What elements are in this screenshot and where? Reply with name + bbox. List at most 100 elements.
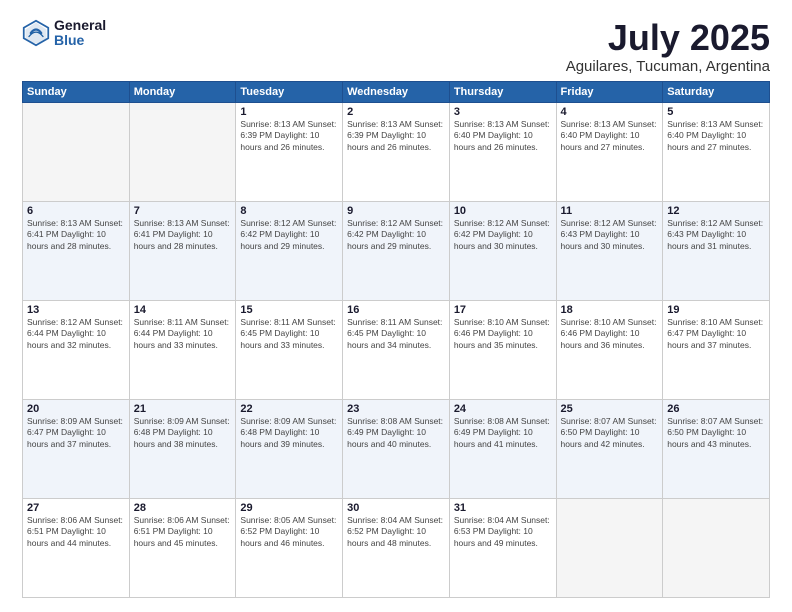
day-number: 25 <box>561 403 659 415</box>
calendar-cell: 29Sunrise: 8:05 AM Sunset: 6:52 PM Dayli… <box>236 498 343 597</box>
week-row-4: 20Sunrise: 8:09 AM Sunset: 6:47 PM Dayli… <box>23 399 770 498</box>
logo: General Blue <box>22 18 106 49</box>
day-number: 17 <box>454 304 552 316</box>
day-info: Sunrise: 8:13 AM Sunset: 6:40 PM Dayligh… <box>667 119 765 153</box>
calendar-cell: 13Sunrise: 8:12 AM Sunset: 6:44 PM Dayli… <box>23 300 130 399</box>
logo-general: General <box>54 18 106 33</box>
header: General Blue July 2025 Aguilares, Tucuma… <box>22 18 770 75</box>
calendar-cell: 23Sunrise: 8:08 AM Sunset: 6:49 PM Dayli… <box>343 399 450 498</box>
day-info: Sunrise: 8:09 AM Sunset: 6:48 PM Dayligh… <box>240 416 338 450</box>
calendar-cell: 25Sunrise: 8:07 AM Sunset: 6:50 PM Dayli… <box>556 399 663 498</box>
day-number: 22 <box>240 403 338 415</box>
day-info: Sunrise: 8:04 AM Sunset: 6:52 PM Dayligh… <box>347 515 445 549</box>
day-info: Sunrise: 8:13 AM Sunset: 6:40 PM Dayligh… <box>561 119 659 153</box>
day-info: Sunrise: 8:13 AM Sunset: 6:39 PM Dayligh… <box>240 119 338 153</box>
day-number: 13 <box>27 304 125 316</box>
day-info: Sunrise: 8:13 AM Sunset: 6:41 PM Dayligh… <box>27 218 125 252</box>
day-number: 11 <box>561 205 659 217</box>
calendar-cell: 31Sunrise: 8:04 AM Sunset: 6:53 PM Dayli… <box>449 498 556 597</box>
day-number: 24 <box>454 403 552 415</box>
col-header-sunday: Sunday <box>23 81 130 102</box>
day-number: 16 <box>347 304 445 316</box>
col-header-friday: Friday <box>556 81 663 102</box>
day-number: 26 <box>667 403 765 415</box>
calendar-cell: 8Sunrise: 8:12 AM Sunset: 6:42 PM Daylig… <box>236 201 343 300</box>
day-number: 19 <box>667 304 765 316</box>
day-info: Sunrise: 8:06 AM Sunset: 6:51 PM Dayligh… <box>134 515 232 549</box>
calendar-cell: 22Sunrise: 8:09 AM Sunset: 6:48 PM Dayli… <box>236 399 343 498</box>
day-info: Sunrise: 8:12 AM Sunset: 6:42 PM Dayligh… <box>240 218 338 252</box>
day-info: Sunrise: 8:04 AM Sunset: 6:53 PM Dayligh… <box>454 515 552 549</box>
calendar-cell: 18Sunrise: 8:10 AM Sunset: 6:46 PM Dayli… <box>556 300 663 399</box>
day-info: Sunrise: 8:12 AM Sunset: 6:43 PM Dayligh… <box>667 218 765 252</box>
calendar-cell: 19Sunrise: 8:10 AM Sunset: 6:47 PM Dayli… <box>663 300 770 399</box>
col-header-tuesday: Tuesday <box>236 81 343 102</box>
day-info: Sunrise: 8:08 AM Sunset: 6:49 PM Dayligh… <box>347 416 445 450</box>
col-header-wednesday: Wednesday <box>343 81 450 102</box>
day-number: 28 <box>134 502 232 514</box>
day-number: 29 <box>240 502 338 514</box>
day-number: 8 <box>240 205 338 217</box>
day-number: 12 <box>667 205 765 217</box>
day-number: 18 <box>561 304 659 316</box>
day-number: 4 <box>561 106 659 118</box>
day-number: 31 <box>454 502 552 514</box>
day-info: Sunrise: 8:07 AM Sunset: 6:50 PM Dayligh… <box>667 416 765 450</box>
week-row-3: 13Sunrise: 8:12 AM Sunset: 6:44 PM Dayli… <box>23 300 770 399</box>
day-info: Sunrise: 8:12 AM Sunset: 6:42 PM Dayligh… <box>347 218 445 252</box>
day-info: Sunrise: 8:08 AM Sunset: 6:49 PM Dayligh… <box>454 416 552 450</box>
calendar-cell: 26Sunrise: 8:07 AM Sunset: 6:50 PM Dayli… <box>663 399 770 498</box>
logo-text: General Blue <box>54 18 106 49</box>
calendar-cell: 28Sunrise: 8:06 AM Sunset: 6:51 PM Dayli… <box>129 498 236 597</box>
day-info: Sunrise: 8:11 AM Sunset: 6:44 PM Dayligh… <box>134 317 232 351</box>
subtitle: Aguilares, Tucuman, Argentina <box>566 58 770 75</box>
day-info: Sunrise: 8:09 AM Sunset: 6:47 PM Dayligh… <box>27 416 125 450</box>
calendar-cell: 20Sunrise: 8:09 AM Sunset: 6:47 PM Dayli… <box>23 399 130 498</box>
day-number: 30 <box>347 502 445 514</box>
calendar-cell: 2Sunrise: 8:13 AM Sunset: 6:39 PM Daylig… <box>343 102 450 201</box>
header-row: SundayMondayTuesdayWednesdayThursdayFrid… <box>23 81 770 102</box>
day-number: 23 <box>347 403 445 415</box>
main-title: July 2025 <box>566 18 770 58</box>
day-info: Sunrise: 8:05 AM Sunset: 6:52 PM Dayligh… <box>240 515 338 549</box>
week-row-5: 27Sunrise: 8:06 AM Sunset: 6:51 PM Dayli… <box>23 498 770 597</box>
week-row-2: 6Sunrise: 8:13 AM Sunset: 6:41 PM Daylig… <box>23 201 770 300</box>
day-info: Sunrise: 8:12 AM Sunset: 6:44 PM Dayligh… <box>27 317 125 351</box>
day-info: Sunrise: 8:07 AM Sunset: 6:50 PM Dayligh… <box>561 416 659 450</box>
day-info: Sunrise: 8:12 AM Sunset: 6:42 PM Dayligh… <box>454 218 552 252</box>
title-block: July 2025 Aguilares, Tucuman, Argentina <box>566 18 770 75</box>
calendar-cell <box>23 102 130 201</box>
calendar-cell: 10Sunrise: 8:12 AM Sunset: 6:42 PM Dayli… <box>449 201 556 300</box>
calendar-cell: 11Sunrise: 8:12 AM Sunset: 6:43 PM Dayli… <box>556 201 663 300</box>
calendar-cell: 24Sunrise: 8:08 AM Sunset: 6:49 PM Dayli… <box>449 399 556 498</box>
day-info: Sunrise: 8:10 AM Sunset: 6:46 PM Dayligh… <box>454 317 552 351</box>
day-number: 9 <box>347 205 445 217</box>
calendar: SundayMondayTuesdayWednesdayThursdayFrid… <box>22 81 770 598</box>
day-info: Sunrise: 8:10 AM Sunset: 6:47 PM Dayligh… <box>667 317 765 351</box>
col-header-saturday: Saturday <box>663 81 770 102</box>
day-number: 10 <box>454 205 552 217</box>
day-info: Sunrise: 8:06 AM Sunset: 6:51 PM Dayligh… <box>27 515 125 549</box>
calendar-cell: 5Sunrise: 8:13 AM Sunset: 6:40 PM Daylig… <box>663 102 770 201</box>
day-info: Sunrise: 8:13 AM Sunset: 6:40 PM Dayligh… <box>454 119 552 153</box>
calendar-cell <box>663 498 770 597</box>
calendar-cell: 27Sunrise: 8:06 AM Sunset: 6:51 PM Dayli… <box>23 498 130 597</box>
day-info: Sunrise: 8:11 AM Sunset: 6:45 PM Dayligh… <box>240 317 338 351</box>
calendar-cell: 30Sunrise: 8:04 AM Sunset: 6:52 PM Dayli… <box>343 498 450 597</box>
day-info: Sunrise: 8:13 AM Sunset: 6:39 PM Dayligh… <box>347 119 445 153</box>
day-number: 14 <box>134 304 232 316</box>
calendar-cell: 4Sunrise: 8:13 AM Sunset: 6:40 PM Daylig… <box>556 102 663 201</box>
calendar-cell: 7Sunrise: 8:13 AM Sunset: 6:41 PM Daylig… <box>129 201 236 300</box>
day-number: 6 <box>27 205 125 217</box>
day-info: Sunrise: 8:09 AM Sunset: 6:48 PM Dayligh… <box>134 416 232 450</box>
calendar-cell: 17Sunrise: 8:10 AM Sunset: 6:46 PM Dayli… <box>449 300 556 399</box>
calendar-cell: 16Sunrise: 8:11 AM Sunset: 6:45 PM Dayli… <box>343 300 450 399</box>
col-header-monday: Monday <box>129 81 236 102</box>
calendar-cell <box>129 102 236 201</box>
calendar-cell: 9Sunrise: 8:12 AM Sunset: 6:42 PM Daylig… <box>343 201 450 300</box>
day-info: Sunrise: 8:12 AM Sunset: 6:43 PM Dayligh… <box>561 218 659 252</box>
day-number: 15 <box>240 304 338 316</box>
day-number: 21 <box>134 403 232 415</box>
day-info: Sunrise: 8:10 AM Sunset: 6:46 PM Dayligh… <box>561 317 659 351</box>
day-number: 3 <box>454 106 552 118</box>
